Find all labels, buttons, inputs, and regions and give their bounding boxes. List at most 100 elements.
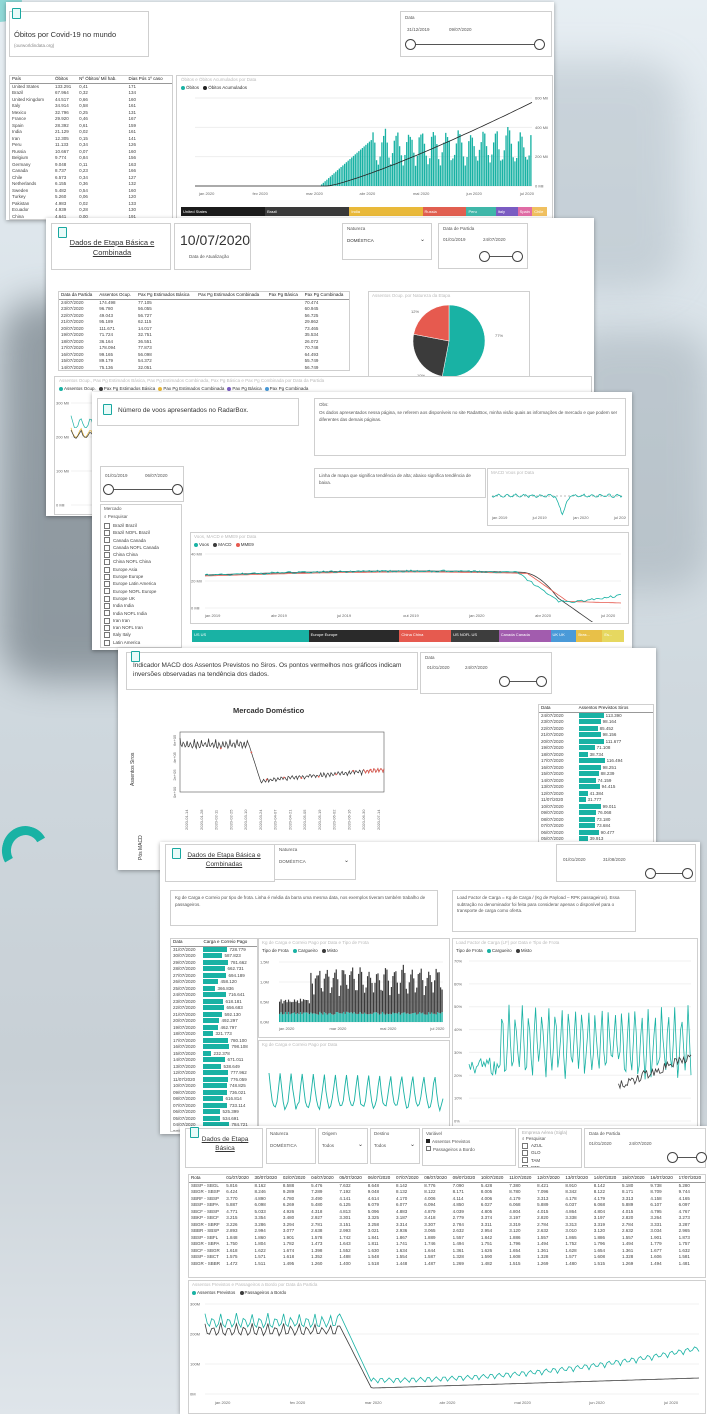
- checkbox-icon[interactable]: [104, 544, 110, 551]
- dest-value[interactable]: Todos: [374, 1143, 386, 1148]
- date-slicer[interactable]: 01/01/2019 06/07/2020: [100, 466, 184, 502]
- list-item[interactable]: China NOFL China: [104, 558, 159, 566]
- checkbox-icon[interactable]: [104, 610, 110, 617]
- slider-start-handle[interactable]: [103, 484, 114, 495]
- column-header[interactable]: Data: [171, 939, 202, 947]
- checkbox-icon[interactable]: [104, 530, 110, 537]
- chevron-down-icon[interactable]: ⌄: [358, 1141, 363, 1148]
- checkbox-icon[interactable]: [522, 1150, 528, 1157]
- column-header[interactable]: Rota: [189, 1175, 225, 1183]
- nature-dropdown[interactable]: Natureza DOMÉSTICA ⌄: [342, 223, 432, 260]
- variable-option-pax[interactable]: Passageiros a Bordo: [426, 1146, 475, 1152]
- list-item[interactable]: Iran NOFL Iran: [104, 624, 159, 631]
- treemap-tile[interactable]: China China: [399, 630, 452, 642]
- date-slicer[interactable]: Data 01/01/2020 24/07/2020: [420, 652, 552, 694]
- date-start[interactable]: 31/12/2019: [407, 27, 430, 32]
- period-end[interactable]: 24/07/2020: [629, 1141, 652, 1146]
- checkbox-icon[interactable]: [104, 522, 110, 529]
- treemap-tile[interactable]: Russia: [422, 207, 467, 216]
- treemap-tile[interactable]: India: [349, 207, 423, 216]
- column-header[interactable]: 05/07/2020: [337, 1175, 366, 1183]
- treemap-tile[interactable]: Brazil: [265, 207, 350, 216]
- slider-start-handle[interactable]: [405, 39, 416, 50]
- date-slicer[interactable]: Data 31/12/2019 09/07/2020: [400, 11, 552, 57]
- list-item[interactable]: China China: [104, 551, 159, 558]
- column-header[interactable]: Data da Partida: [59, 292, 98, 300]
- checkbox-icon[interactable]: [104, 573, 110, 580]
- list-item[interactable]: TAM: [522, 1157, 543, 1164]
- list-item[interactable]: Latin America: [104, 639, 159, 646]
- date-start[interactable]: 01/01/2020: [427, 665, 450, 670]
- bookmark-icon[interactable]: [58, 227, 67, 238]
- period-slicer[interactable]: Data de Partida 01/01/2020 24/07/2020: [584, 1128, 707, 1168]
- list-item[interactable]: Europe Europe: [104, 573, 159, 580]
- treemap-tile[interactable]: US US: [192, 630, 309, 642]
- treemap-tile[interactable]: Italy: [495, 207, 518, 216]
- checkbox-icon[interactable]: [104, 552, 110, 558]
- origin-dropdown[interactable]: Origem Todos ⌄: [318, 1128, 368, 1164]
- date-end[interactable]: 06/07/2020: [145, 473, 168, 478]
- list-item[interactable]: Europe UK: [104, 595, 159, 602]
- date-range-slider[interactable]: [103, 484, 183, 495]
- chevron-down-icon[interactable]: ⌄: [420, 236, 425, 243]
- treemap-tile[interactable]: Spain: [517, 207, 533, 216]
- chevron-down-icon[interactable]: ⌄: [344, 857, 349, 864]
- checkbox-icon[interactable]: [522, 1142, 528, 1149]
- nature-value[interactable]: DOMÉSTICA: [347, 238, 374, 243]
- slider-end-handle[interactable]: [682, 868, 693, 879]
- slider-start-handle[interactable]: [645, 868, 656, 879]
- checkbox-icon[interactable]: [104, 617, 110, 624]
- date-start[interactable]: 01/01/2019: [105, 473, 128, 478]
- checkbox-icon[interactable]: [522, 1164, 528, 1167]
- airline-search[interactable]: ⌕ Pesquisar: [522, 1136, 546, 1141]
- column-header[interactable]: Assentos Ocup.: [97, 292, 136, 300]
- list-item[interactable]: Europe NOFL Europe: [104, 588, 159, 595]
- column-header[interactable]: 16/07/2020: [648, 1175, 677, 1183]
- date-range-slider[interactable]: [499, 676, 547, 687]
- period-start[interactable]: 01/01/2020: [589, 1141, 612, 1146]
- checkbox-icon[interactable]: [104, 624, 110, 631]
- nature-dropdown[interactable]: Natureza DOMÉSTICA ⌄: [274, 844, 356, 880]
- list-item[interactable]: AZUL: [522, 1142, 543, 1149]
- column-header[interactable]: 06/07/2020: [365, 1175, 394, 1183]
- column-header[interactable]: Assentos Previstos Siros: [576, 705, 653, 713]
- date-start[interactable]: 01/01/2020: [563, 857, 586, 862]
- checkbox-icon[interactable]: [426, 1146, 431, 1151]
- nature-value[interactable]: DOMÉSTICA: [279, 859, 306, 864]
- checkbox-icon[interactable]: [104, 566, 110, 573]
- list-item[interactable]: Europe Latin America: [104, 580, 159, 588]
- column-header[interactable]: Pax Pg Estimados Combinada: [196, 292, 267, 300]
- treemap-tile[interactable]: Bras...: [576, 630, 603, 642]
- checkbox-icon[interactable]: [104, 537, 110, 544]
- treemap-tile[interactable]: Chile: [532, 207, 547, 216]
- date-end[interactable]: 09/07/2020: [449, 27, 472, 32]
- date-slicer[interactable]: 01/01/2020 31/08/2020: [556, 844, 696, 882]
- treemap-tile[interactable]: UK UK: [550, 630, 577, 642]
- slider-end-handle[interactable]: [512, 251, 523, 262]
- column-header[interactable]: Dias Pós 1º caso: [126, 76, 172, 84]
- column-header[interactable]: 11/07/2020: [507, 1175, 536, 1183]
- list-item[interactable]: Brazil NOFL Brazil: [104, 529, 159, 537]
- column-header[interactable]: 04/07/2020: [309, 1175, 338, 1183]
- airline-slicer[interactable]: Empresa Aérea (Sigla) ⌕ Pesquisar AZUL GL…: [518, 1128, 582, 1168]
- market-search[interactable]: ⌕ Pesquisar: [104, 514, 128, 519]
- variable-option-seats[interactable]: Assentos Previstos: [426, 1139, 470, 1144]
- list-item[interactable]: Europe Asia: [104, 566, 159, 573]
- checkbox-icon[interactable]: [104, 603, 110, 610]
- list-item[interactable]: Brazil Brazil: [104, 522, 159, 529]
- list-item[interactable]: Iran Iran: [104, 617, 159, 624]
- column-header[interactable]: 17/07/2020: [676, 1175, 705, 1183]
- treemap-tile[interactable]: Canada Canada: [498, 630, 551, 642]
- column-header[interactable]: Carga e Correio Pago: [201, 939, 257, 947]
- checkbox-icon[interactable]: [104, 588, 110, 595]
- market-slicer[interactable]: Mercado ⌕ Pesquisar Brazil Brazil Brazil …: [100, 504, 182, 648]
- nature-value[interactable]: DOMÉSTICA: [270, 1143, 297, 1148]
- column-header[interactable]: 01/07/2020: [224, 1175, 253, 1183]
- list-item[interactable]: Italy Italy: [104, 631, 159, 639]
- treemap-tile[interactable]: Europe Europe: [308, 630, 400, 642]
- treemap-tile[interactable]: United States: [181, 207, 266, 216]
- slider-start-handle[interactable]: [479, 251, 490, 262]
- variable-slicer[interactable]: Variável Assentos Previstos Passageiros …: [422, 1128, 516, 1166]
- bookmark-icon[interactable]: [103, 404, 112, 415]
- list-item[interactable]: India NOFL India: [104, 610, 159, 617]
